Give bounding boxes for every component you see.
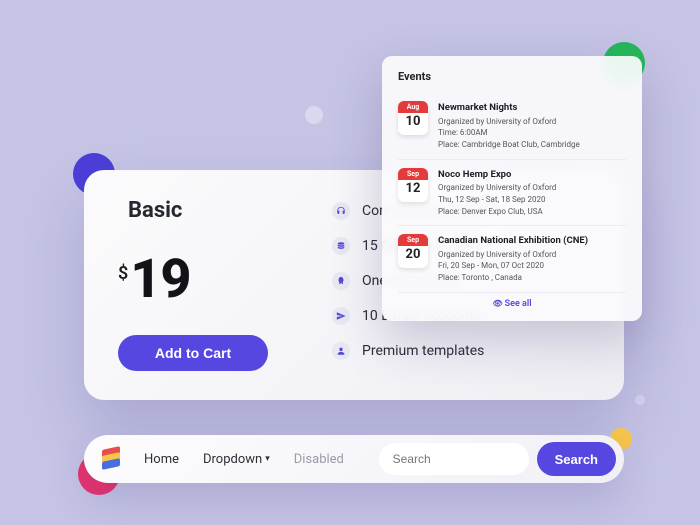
- send-icon: [332, 307, 350, 325]
- add-to-cart-button[interactable]: Add to Cart: [118, 335, 268, 371]
- decoration-circle: [305, 106, 323, 124]
- feature-item: Premium templates: [332, 342, 590, 360]
- headset-icon: [332, 202, 350, 220]
- event-name: Canadian National Exhibition (CNE): [438, 234, 588, 248]
- see-all-link[interactable]: See all: [398, 293, 626, 309]
- logo-icon[interactable]: [100, 448, 122, 470]
- template-icon: [332, 342, 350, 360]
- rocket-icon: [332, 272, 350, 290]
- event-name: Noco Hemp Expo: [438, 168, 556, 182]
- feature-label: Premium templates: [362, 343, 484, 359]
- calendar-icon: Sep12: [398, 168, 428, 202]
- search-input[interactable]: [379, 443, 529, 475]
- event-name: Newmarket Nights: [438, 101, 580, 115]
- events-panel: Events Aug10 Newmarket NightsOrganized b…: [382, 56, 642, 321]
- calendar-icon: Aug10: [398, 101, 428, 135]
- search-button[interactable]: Search: [537, 442, 616, 476]
- price-value: 19: [130, 253, 190, 307]
- event-item[interactable]: Sep12 Noco Hemp ExpoOrganized by Univers…: [398, 160, 626, 227]
- event-item[interactable]: Aug10 Newmarket NightsOrganized by Unive…: [398, 93, 626, 160]
- chevron-down-icon: ▾: [265, 454, 270, 464]
- currency-symbol: $: [118, 263, 128, 284]
- nav-disabled: Disabled: [286, 448, 352, 471]
- calendar-icon: Sep20: [398, 234, 428, 268]
- nav-dropdown[interactable]: Dropdown▾: [195, 448, 278, 471]
- navbar: Home Dropdown▾ Disabled Search: [84, 435, 624, 483]
- plan-name: Basic: [128, 198, 298, 223]
- storage-icon: [332, 237, 350, 255]
- event-item[interactable]: Sep20 Canadian National Exhibition (CNE)…: [398, 226, 626, 293]
- price: $ 19: [118, 253, 298, 307]
- events-title: Events: [398, 70, 626, 83]
- decoration-circle: [635, 395, 645, 405]
- nav-home[interactable]: Home: [136, 448, 187, 471]
